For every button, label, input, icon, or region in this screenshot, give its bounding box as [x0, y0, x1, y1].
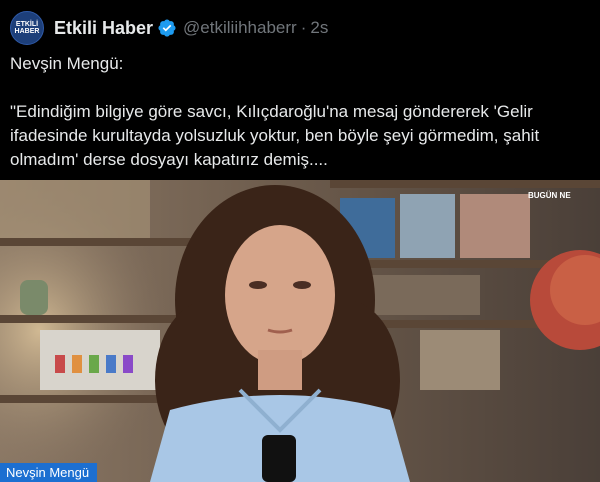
speaker-name-tag: Nevşin Mengü — [0, 463, 98, 482]
display-name[interactable]: Etkili Haber — [54, 18, 153, 39]
tweet-header: ETKİLİ HABER Etkili Haber @etkiliihhaber… — [10, 10, 328, 46]
video-frame-illustration — [0, 180, 600, 482]
tweet-quote: "Edindiğim bilgiye göre savcı, Kılıçdaro… — [10, 102, 540, 169]
verified-badge-icon — [158, 19, 176, 37]
video-media[interactable]: BUGÜN NE Nevşin Mengü — [0, 180, 600, 482]
channel-logo: BUGÜN NE — [528, 191, 571, 200]
tweet-text: Nevşin Mengü: "Edindiğim bilgiye göre sa… — [10, 52, 590, 172]
post-time[interactable]: 2s — [310, 18, 328, 38]
account-avatar[interactable]: ETKİLİ HABER — [10, 11, 44, 45]
separator-dot: · — [300, 18, 307, 37]
account-handle[interactable]: @etkiliihhaberr — [183, 18, 297, 38]
tweet-lead: Nevşin Mengü: — [10, 54, 124, 73]
